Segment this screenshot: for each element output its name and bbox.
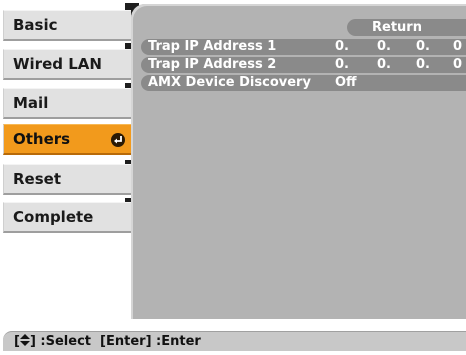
setting-label: Trap IP Address 1 (148, 39, 277, 54)
return-label: Return (372, 20, 422, 35)
setting-label: Trap IP Address 2 (148, 57, 277, 72)
sidebar-item-complete[interactable]: Complete (3, 202, 131, 233)
sidebar-item-label: Mail (13, 94, 49, 112)
ip-octet-2[interactable]: 0. (377, 57, 391, 73)
sidebar-item-label: Others (13, 130, 71, 148)
enter-icon (111, 133, 125, 147)
ip-octet-1[interactable]: 0. (335, 39, 349, 55)
sidebar-item-others[interactable]: Others (3, 124, 131, 155)
setting-row-amx-discovery[interactable]: AMX Device Discovery Off (141, 75, 466, 91)
ip-octet-4[interactable]: 0 (453, 39, 462, 55)
select-enter-hint: ] :Select [Enter] :Enter (29, 334, 201, 349)
setting-row-trap-ip-2[interactable]: Trap IP Address 2 0. 0. 0. 0 (141, 57, 466, 73)
sidebar-item-label: Complete (13, 208, 94, 226)
return-button[interactable]: Return (347, 19, 466, 36)
sidebar-item-label: Wired LAN (13, 55, 102, 73)
sidebar-item-label: Reset (13, 170, 61, 188)
ip-octet-4[interactable]: 0 (453, 57, 462, 73)
sidebar-item-wired-lan[interactable]: Wired LAN (3, 49, 131, 80)
sidebar-item-basic[interactable]: Basic (3, 10, 131, 41)
ip-octet-3[interactable]: 0. (416, 39, 430, 55)
ip-octet-1[interactable]: 0. (335, 57, 349, 73)
setting-value[interactable]: Off (335, 75, 357, 91)
setting-row-trap-ip-1[interactable]: Trap IP Address 1 0. 0. 0. 0 (141, 39, 466, 55)
sidebar-item-mail[interactable]: Mail (3, 88, 131, 119)
setting-label: AMX Device Discovery (148, 75, 311, 90)
ip-octet-3[interactable]: 0. (416, 57, 430, 73)
up-down-arrow-icon (19, 333, 30, 346)
status-bar: [] :Select [Enter] :Enter (3, 331, 466, 351)
status-help-text: [] :Select [Enter] :Enter (14, 332, 201, 351)
ip-octet-2[interactable]: 0. (377, 39, 391, 55)
sidebar-item-reset[interactable]: Reset (3, 164, 131, 195)
sidebar-item-label: Basic (13, 16, 58, 34)
